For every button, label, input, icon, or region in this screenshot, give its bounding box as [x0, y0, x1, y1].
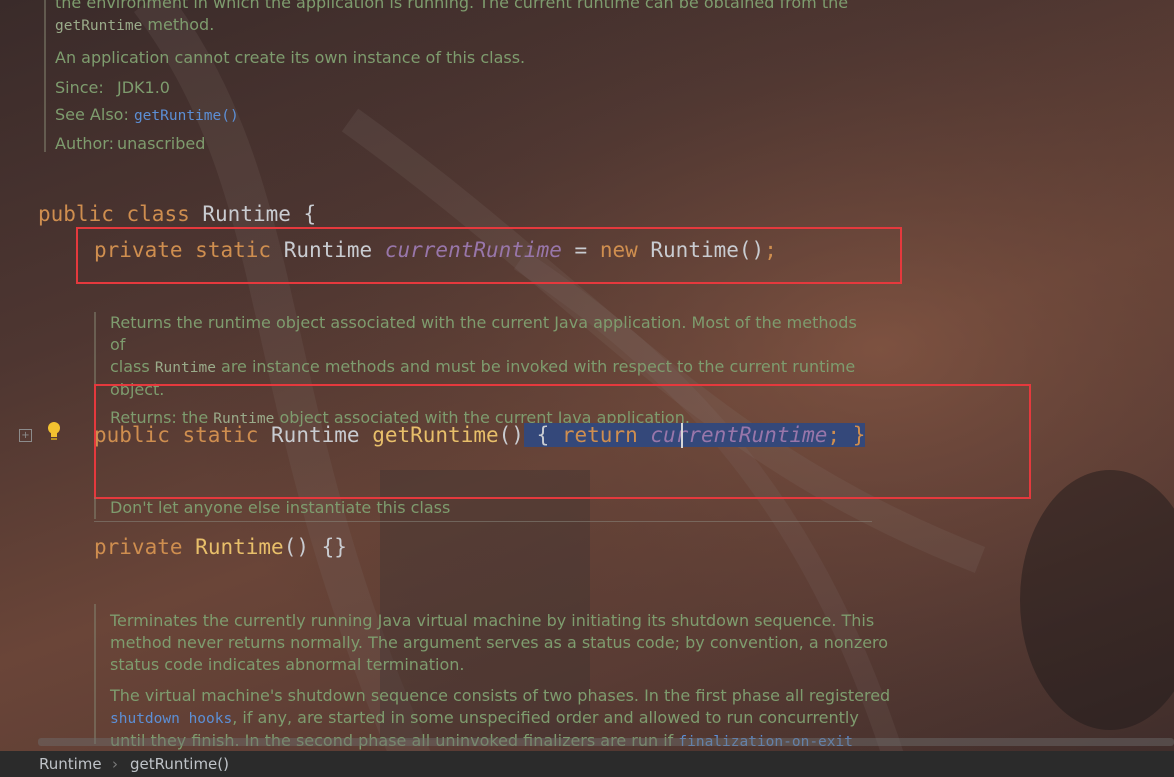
doc-text: method.	[142, 15, 215, 34]
doc-code: Runtime	[154, 360, 216, 376]
keyword: public	[38, 202, 114, 226]
doc-bar-exit	[94, 604, 96, 744]
doc-text: class	[110, 357, 155, 376]
fold-expand-icon[interactable]: +	[19, 429, 32, 442]
lightbulb-icon[interactable]	[46, 421, 62, 441]
doc-bar-class	[44, 0, 46, 152]
constructor-declaration[interactable]: private Runtime() {}	[94, 533, 347, 561]
constructor-name: Runtime	[195, 535, 284, 559]
breadcrumb-item-runtime[interactable]: Runtime	[39, 751, 102, 777]
breadcrumb-item-getruntime[interactable]: getRuntime()	[130, 751, 229, 777]
doc-line: method never returns normally. The argum…	[110, 633, 889, 652]
keyword: private	[94, 535, 183, 559]
doc-see-also: See Also: getRuntime()	[55, 104, 955, 127]
doc-line: Returns the runtime object associated wi…	[110, 313, 857, 354]
keyword: class	[126, 202, 190, 226]
brace: {	[290, 202, 317, 226]
breadcrumb: Runtime › getRuntime()	[0, 751, 1174, 777]
doc-code: getRuntime	[55, 18, 143, 34]
exit-javadoc: Terminates the currently running Java vi…	[110, 610, 1110, 753]
class-name: Runtime	[202, 202, 291, 226]
ctor-javadoc: Don't let anyone else instantiate this c…	[110, 497, 450, 519]
doc-text: are instance methods and must be invoked…	[215, 357, 856, 376]
divider	[94, 521, 872, 522]
doc-since: Since: JDK1.0	[55, 77, 955, 99]
doc-line: getRuntime method.	[55, 14, 955, 37]
author-value: unascribed	[117, 134, 206, 153]
doc-line: The virtual machine's shutdown sequence …	[110, 686, 891, 705]
class-declaration[interactable]: public class Runtime {	[38, 200, 316, 228]
see-also-link[interactable]: getRuntime()	[134, 108, 239, 124]
author-label: Author:	[55, 134, 114, 153]
since-label: Since:	[55, 78, 104, 97]
doc-line: Don't let anyone else instantiate this c…	[110, 498, 451, 517]
doc-line: the environment in which the application…	[55, 0, 849, 12]
chevron-right-icon: ›	[112, 755, 118, 773]
highlight-box-field	[76, 227, 902, 284]
shutdown-hooks-link[interactable]: shutdown hooks	[110, 711, 232, 727]
doc-line: shutdown hooks, if any, are started in s…	[110, 707, 1110, 730]
parens-braces: () {}	[283, 535, 347, 559]
since-value: JDK1.0	[117, 78, 170, 97]
see-also-label: See Also:	[55, 105, 129, 124]
doc-text: , if any, are started in some unspecifie…	[232, 708, 859, 727]
class-javadoc: the environment in which the application…	[55, 0, 955, 155]
doc-line: Terminates the currently running Java vi…	[110, 611, 875, 630]
doc-bar-ctor	[94, 497, 96, 519]
doc-line: status code indicates abnormal terminati…	[110, 655, 465, 674]
doc-line: An application cannot create its own ins…	[55, 48, 526, 67]
doc-author: Author: unascribed	[55, 133, 955, 155]
horizontal-scrollbar[interactable]	[38, 738, 1174, 746]
doc-line: class Runtime are instance methods and m…	[110, 356, 870, 379]
highlight-box-method	[94, 384, 1031, 499]
